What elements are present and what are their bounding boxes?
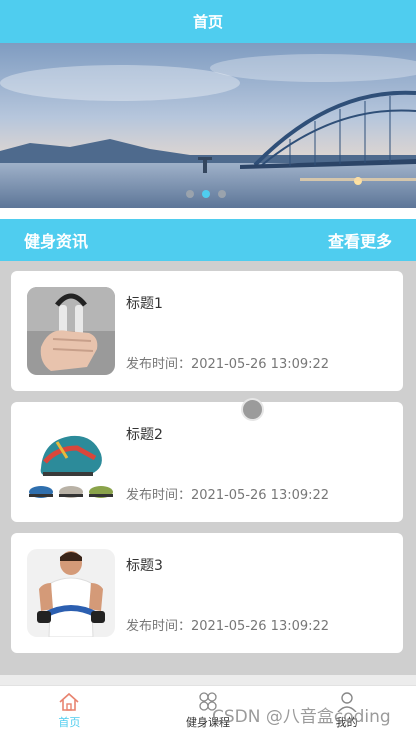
hand-gripper-image (27, 287, 115, 375)
article-list: 标题1 发布时间：2021-05-26 13:09:22 标题2 发布时间：20… (0, 261, 416, 675)
header-bar: 首页 (0, 0, 416, 43)
banner-image (0, 43, 416, 208)
watermark-text: CSDN @八音盒coding (212, 707, 391, 727)
divider (0, 675, 416, 685)
carousel-dots (186, 190, 226, 198)
article-title: 标题3 (126, 558, 163, 574)
section-header: 健身资讯 查看更多 (0, 219, 416, 261)
article-time: 发布时间：2021-05-26 13:09:22 (126, 488, 330, 503)
article-card[interactable]: 标题1 发布时间：2021-05-26 13:09:22 (11, 271, 403, 391)
article-card[interactable]: 标题2 发布时间：2021-05-26 13:09:22 (11, 402, 403, 522)
carousel-dot[interactable] (218, 190, 226, 198)
tab-home-label: 首页 (58, 716, 81, 729)
carousel-dot-active[interactable] (202, 190, 210, 198)
floating-assist-button[interactable] (241, 398, 264, 421)
view-more-link[interactable]: 查看更多 (328, 228, 392, 252)
banner-carousel[interactable] (0, 43, 416, 208)
article-time: 发布时间：2021-05-26 13:09:22 (126, 357, 330, 372)
article-time: 发布时间：2021-05-26 13:09:22 (126, 619, 330, 634)
article-title: 标题2 (126, 427, 163, 443)
home-icon (59, 692, 79, 711)
basketball-shoes-image (27, 418, 115, 506)
section-title: 健身资讯 (24, 232, 89, 251)
article-card[interactable]: 标题3 发布时间：2021-05-26 13:09:22 (11, 533, 403, 653)
chest-expander-man-image (27, 549, 115, 637)
article-title: 标题1 (126, 296, 163, 312)
tab-home[interactable]: 首页 (0, 686, 139, 732)
carousel-dot[interactable] (186, 190, 194, 198)
page-title: 首页 (192, 13, 223, 31)
